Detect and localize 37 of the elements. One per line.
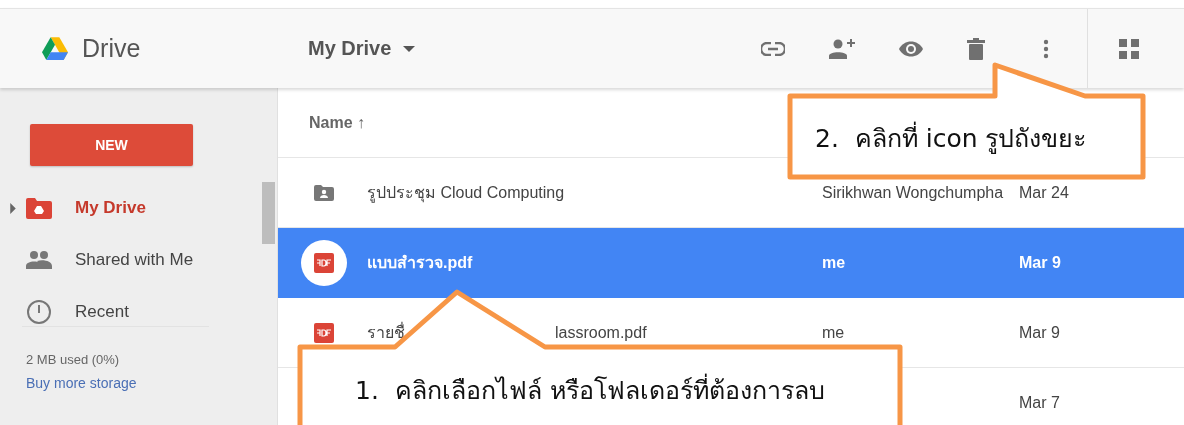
sidebar-item[interactable]: My Drive: [0, 182, 255, 234]
sidebar-item[interactable]: Shared with Me: [0, 234, 255, 286]
people-icon: [26, 251, 52, 269]
more-icon[interactable]: [1043, 38, 1049, 59]
scrollbar[interactable]: [262, 182, 275, 244]
file-row[interactable]: แบบสำรวจ.pdf me Mar 9: [278, 228, 1184, 298]
sidebar-item[interactable]: Recent: [0, 286, 255, 326]
file-owner: Sirikhwan Wongchumpha: [822, 183, 1004, 201]
modified-date: Mar 9: [1019, 253, 1061, 271]
location-dropdown[interactable]: My Drive: [278, 37, 416, 60]
modified-date: Mar 9: [1019, 323, 1060, 341]
buy-storage-link[interactable]: Buy more storage: [26, 375, 277, 391]
callout-text: 1. คลิกเลือกไฟล์ หรือโฟลเดอร์ที่ต้องการลบ: [355, 370, 825, 410]
add-person-icon[interactable]: [829, 38, 855, 59]
drive-logo-icon: [42, 37, 68, 60]
expand-arrow-icon[interactable]: [10, 202, 16, 214]
shared-folder-icon: [313, 184, 334, 201]
column-header[interactable]: Name ↑: [309, 113, 366, 132]
file-name: รายชื่: [367, 321, 405, 343]
file-name: lassroom.pdf: [555, 323, 647, 342]
caret-icon[interactable]: [403, 45, 416, 52]
new-button[interactable]: NEW: [30, 124, 193, 166]
file-owner: me: [822, 253, 846, 271]
callout-text: 2. คลิกที่ icon รูปถังขยะ: [815, 118, 1087, 158]
storage-usage: 2 MB used (0%): [26, 352, 121, 367]
trash-icon[interactable]: [967, 37, 985, 60]
clock-icon: [26, 299, 52, 325]
file-name: แบบสำรวจ.pdf: [367, 253, 473, 273]
file-name: รูปประชุม Cloud Computing: [367, 183, 565, 205]
file-owner: me: [822, 323, 845, 341]
app-title: Drive: [82, 34, 141, 63]
eye-icon[interactable]: [899, 40, 923, 57]
drive-folder-icon: [26, 197, 52, 219]
modified-date: Mar 7: [1019, 393, 1060, 411]
grid-view-icon[interactable]: [1118, 38, 1140, 59]
link-icon[interactable]: [761, 41, 785, 56]
modified-date: Mar 24: [1019, 183, 1069, 201]
